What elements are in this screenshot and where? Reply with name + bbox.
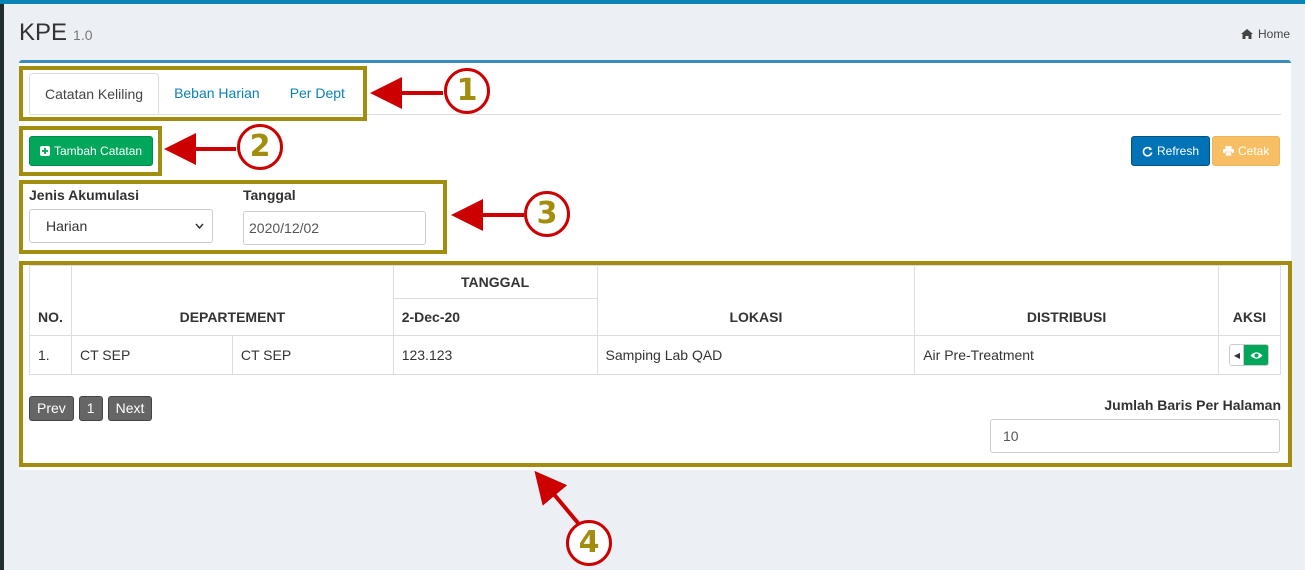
- page-title: KPE 1.0: [19, 19, 93, 47]
- home-icon: [1240, 29, 1253, 39]
- app-title: KPE: [19, 19, 68, 46]
- printer-icon: [1223, 146, 1234, 156]
- annotation-number-2: 2: [237, 124, 283, 170]
- annotation-number-1: 1: [444, 68, 490, 114]
- annotation-box-2: [19, 126, 162, 176]
- breadcrumb[interactable]: Home: [1240, 27, 1290, 41]
- annotation-number-3: 3: [524, 191, 570, 237]
- breadcrumb-home[interactable]: Home: [1258, 27, 1290, 41]
- annotation-box-4: [19, 261, 1292, 467]
- annotation-box-3: [19, 180, 447, 254]
- sidebar-edge: [0, 4, 4, 570]
- arrow-4: [534, 470, 580, 525]
- refresh-label: Refresh: [1157, 144, 1200, 158]
- app-version: 1.0: [73, 27, 93, 43]
- annotation-number-4: 4: [566, 520, 612, 566]
- print-button[interactable]: Cetak: [1212, 136, 1281, 166]
- top-accent-bar: [0, 0, 1305, 4]
- refresh-icon: [1142, 146, 1153, 157]
- print-label: Cetak: [1238, 144, 1270, 158]
- refresh-button[interactable]: Refresh: [1131, 136, 1211, 166]
- annotation-box-1: [19, 66, 367, 121]
